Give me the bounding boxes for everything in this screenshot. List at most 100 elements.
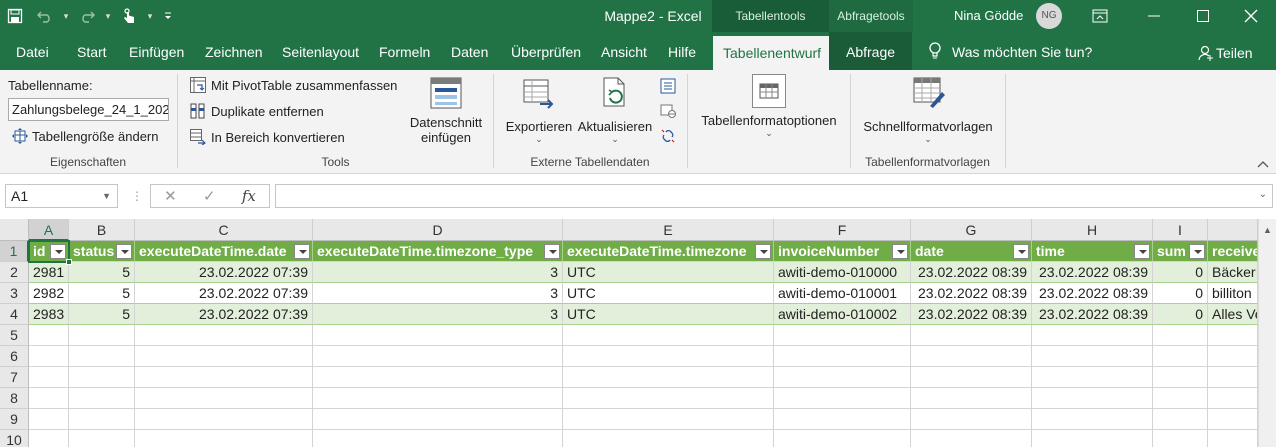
filter-dropdown-icon[interactable] bbox=[755, 244, 771, 259]
redo-dropdown-icon[interactable]: ▾ bbox=[102, 11, 114, 22]
table-cell[interactable]: billiton bbox=[1208, 283, 1258, 304]
empty-cell[interactable] bbox=[29, 430, 69, 447]
tab-abfrage[interactable]: Abfrage bbox=[829, 32, 913, 70]
table-header-cell[interactable]: date bbox=[911, 241, 1032, 262]
row-header-4[interactable]: 4 bbox=[0, 304, 29, 325]
table-header-cell[interactable]: receive bbox=[1208, 241, 1258, 262]
filter-dropdown-icon[interactable] bbox=[1189, 244, 1205, 259]
table-cell[interactable]: 0 bbox=[1153, 304, 1208, 325]
row-header-7[interactable]: 7 bbox=[0, 367, 29, 388]
filter-dropdown-icon[interactable] bbox=[294, 244, 310, 259]
filter-dropdown-icon[interactable] bbox=[1013, 244, 1029, 259]
empty-cell[interactable] bbox=[1153, 346, 1208, 367]
empty-cell[interactable] bbox=[135, 388, 313, 409]
empty-cell[interactable] bbox=[313, 388, 563, 409]
undo-icon[interactable] bbox=[30, 0, 60, 32]
empty-cell[interactable] bbox=[1032, 388, 1153, 409]
filter-dropdown-icon[interactable] bbox=[50, 244, 66, 259]
table-cell[interactable]: 2982 bbox=[29, 283, 69, 304]
tab-zeichnen[interactable]: Zeichnen bbox=[205, 32, 263, 70]
column-header-b[interactable]: B bbox=[69, 219, 135, 241]
expand-formula-bar-icon[interactable]: ⌄ bbox=[1259, 189, 1267, 200]
empty-cell[interactable] bbox=[1153, 409, 1208, 430]
table-cell[interactable]: 5 bbox=[69, 304, 135, 325]
empty-cell[interactable] bbox=[563, 430, 774, 447]
unlink-icon[interactable] bbox=[660, 128, 676, 144]
table-cell[interactable]: Alles Ve bbox=[1208, 304, 1258, 325]
quick-styles-button[interactable]: Schnellformatvorlagen ⌄ bbox=[858, 76, 998, 145]
empty-cell[interactable] bbox=[774, 346, 911, 367]
empty-cell[interactable] bbox=[313, 367, 563, 388]
empty-cell[interactable] bbox=[563, 367, 774, 388]
row-header-3[interactable]: 3 bbox=[0, 283, 29, 304]
empty-cell[interactable] bbox=[774, 409, 911, 430]
empty-cell[interactable] bbox=[1208, 346, 1258, 367]
column-header-c[interactable]: C bbox=[135, 219, 313, 241]
row-header-9[interactable]: 9 bbox=[0, 409, 29, 430]
empty-cell[interactable] bbox=[135, 325, 313, 346]
table-cell[interactable]: awiti-demo-010001 bbox=[774, 283, 911, 304]
empty-cell[interactable] bbox=[1032, 367, 1153, 388]
empty-cell[interactable] bbox=[69, 409, 135, 430]
tell-me-search[interactable]: Was möchten Sie tun? bbox=[928, 32, 1092, 70]
empty-cell[interactable] bbox=[911, 388, 1032, 409]
empty-cell[interactable] bbox=[1208, 430, 1258, 447]
empty-cell[interactable] bbox=[774, 325, 911, 346]
empty-cell[interactable] bbox=[1153, 367, 1208, 388]
minimize-icon[interactable] bbox=[1131, 0, 1177, 32]
table-cell[interactable]: 23.02.2022 08:39 bbox=[1032, 283, 1153, 304]
filter-dropdown-icon[interactable] bbox=[1134, 244, 1150, 259]
insert-function-icon[interactable]: fx bbox=[242, 187, 256, 205]
tab-seitenlayout[interactable]: Seitenlayout bbox=[282, 32, 359, 70]
remove-duplicates-button[interactable]: Duplikate entfernen bbox=[190, 103, 324, 119]
export-dropdown-icon[interactable]: ⌄ bbox=[503, 134, 575, 145]
empty-cell[interactable] bbox=[135, 430, 313, 447]
redo-icon[interactable] bbox=[72, 0, 102, 32]
filter-dropdown-icon[interactable] bbox=[116, 244, 132, 259]
table-cell[interactable]: 23.02.2022 07:39 bbox=[135, 283, 313, 304]
share-button[interactable]: Teilen bbox=[1198, 32, 1253, 70]
properties-icon[interactable] bbox=[660, 78, 676, 94]
convert-to-range-button[interactable]: In Bereich konvertieren bbox=[190, 129, 345, 146]
tab-datei[interactable]: Datei bbox=[16, 32, 49, 70]
row-header-10[interactable]: 10 bbox=[0, 430, 29, 447]
empty-cell[interactable] bbox=[1032, 346, 1153, 367]
table-header-cell[interactable]: executeDateTime.timezone bbox=[563, 241, 774, 262]
name-box[interactable]: A1 ▼ bbox=[5, 184, 118, 208]
tab-formeln[interactable]: Formeln bbox=[379, 32, 430, 70]
table-cell[interactable]: 23.02.2022 08:39 bbox=[1032, 304, 1153, 325]
tab-ueberpruefen[interactable]: Überprüfen bbox=[511, 32, 581, 70]
table-header-cell[interactable]: executeDateTime.date bbox=[135, 241, 313, 262]
tab-ansicht[interactable]: Ansicht bbox=[601, 32, 647, 70]
empty-cell[interactable] bbox=[69, 367, 135, 388]
empty-cell[interactable] bbox=[29, 388, 69, 409]
table-cell[interactable]: 3 bbox=[313, 262, 563, 283]
empty-cell[interactable] bbox=[313, 325, 563, 346]
empty-cell[interactable] bbox=[135, 409, 313, 430]
cancel-entry-icon[interactable]: ✕ bbox=[164, 187, 177, 205]
column-header-f[interactable]: F bbox=[774, 219, 911, 241]
column-header-h[interactable]: H bbox=[1032, 219, 1153, 241]
row-header-5[interactable]: 5 bbox=[0, 325, 29, 346]
empty-cell[interactable] bbox=[1208, 325, 1258, 346]
column-header-i[interactable]: I bbox=[1153, 219, 1208, 241]
select-all-corner[interactable] bbox=[0, 219, 29, 241]
empty-cell[interactable] bbox=[1032, 325, 1153, 346]
empty-cell[interactable] bbox=[1208, 409, 1258, 430]
export-button[interactable]: Exportieren ⌄ bbox=[503, 76, 575, 145]
scroll-up-icon[interactable]: ▲ bbox=[1263, 225, 1272, 235]
touch-mode-icon[interactable] bbox=[114, 0, 144, 32]
maximize-icon[interactable] bbox=[1180, 0, 1226, 32]
user-name[interactable]: Nina Gödde bbox=[954, 0, 1023, 32]
tab-tabellenentwurf[interactable]: Tabellenentwurf bbox=[713, 36, 832, 70]
more-options-icon[interactable]: ⋮ bbox=[131, 189, 143, 203]
confirm-entry-icon[interactable]: ✓ bbox=[203, 187, 216, 205]
collapse-ribbon-icon[interactable] bbox=[1257, 156, 1269, 171]
empty-cell[interactable] bbox=[135, 367, 313, 388]
row-header-2[interactable]: 2 bbox=[0, 262, 29, 283]
empty-cell[interactable] bbox=[911, 346, 1032, 367]
table-header-cell[interactable]: id bbox=[29, 241, 69, 262]
ribbon-display-options-icon[interactable] bbox=[1077, 0, 1123, 32]
table-header-cell[interactable]: sum bbox=[1153, 241, 1208, 262]
empty-cell[interactable] bbox=[29, 346, 69, 367]
